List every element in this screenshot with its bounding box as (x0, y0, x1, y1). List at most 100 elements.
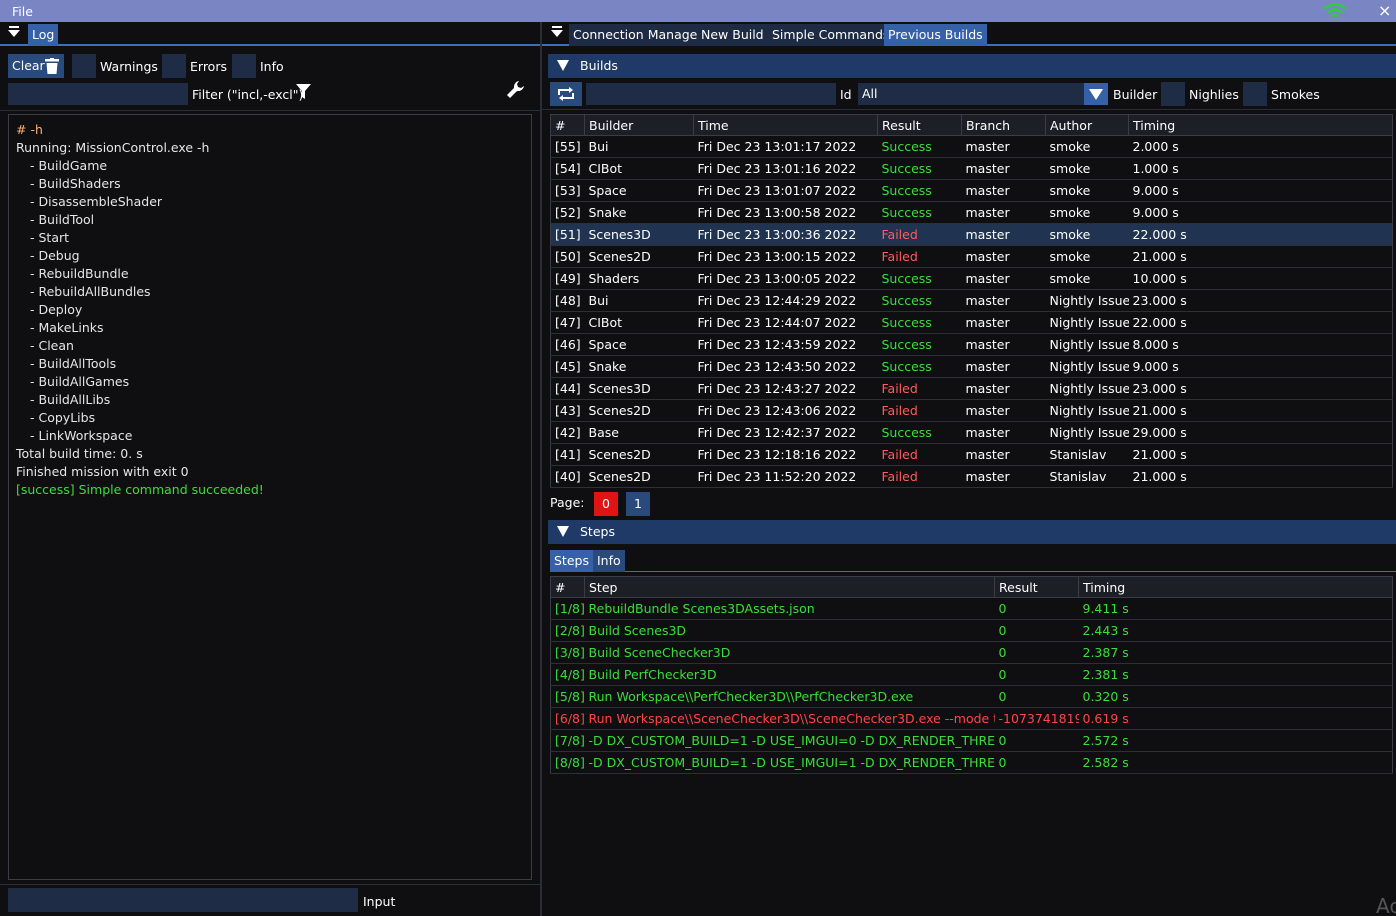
build-row[interactable]: [48] Bui Fri Dec 23 12:44:29 2022 Success ma… (550, 289, 1393, 312)
column-header[interactable]: Step (584, 576, 995, 598)
build-row[interactable]: [45] Snake Fri Dec 23 12:43:50 2022 Success… (550, 355, 1393, 378)
nightlies-checkbox[interactable] (1161, 82, 1185, 106)
step-row[interactable]: [3/8] Build SceneChecker3D 0 2.387 s (550, 641, 1393, 664)
step-id-cell: [4/8] (550, 663, 585, 686)
chevron-down-icon[interactable] (1084, 83, 1108, 105)
build-author-cell: smoke (1045, 201, 1129, 224)
build-result-cell: Success (877, 355, 962, 378)
column-header[interactable]: Author (1045, 114, 1129, 136)
build-time-cell: Fri Dec 23 13:00:05 2022 (693, 267, 878, 290)
build-timing-cell: 2.000 s (1128, 135, 1393, 158)
step-step-cell: -D DX_CUSTOM_BUILD=1 -D USE_IMGUI=0 -D D… (584, 729, 995, 752)
build-branch-cell: master (961, 399, 1046, 422)
window-menu-icon[interactable] (7, 26, 21, 40)
tab-steps[interactable]: Steps (550, 550, 593, 572)
log-line: - DisassembleShader (30, 194, 163, 209)
column-header[interactable]: Timing (1128, 114, 1393, 136)
tab-new-build[interactable]: New Build (697, 24, 768, 46)
build-author-cell: Nightly Issuer (1045, 289, 1129, 312)
column-header[interactable]: # (550, 114, 585, 136)
build-row[interactable]: [47] CIBot Fri Dec 23 12:44:07 2022 Success… (550, 311, 1393, 334)
warnings-checkbox[interactable] (72, 54, 96, 78)
id-select[interactable]: All (858, 83, 1108, 105)
column-header[interactable]: Timing (1078, 576, 1393, 598)
filter-label: Filter ("incl,-excl") (192, 87, 304, 102)
step-row[interactable]: [8/8] -D DX_CUSTOM_BUILD=1 -D USE_IMGUI=1… (550, 751, 1393, 774)
column-header[interactable]: Builder (584, 114, 694, 136)
build-row[interactable]: [44] Scenes3D Fri Dec 23 12:43:27 2022 Fail… (550, 377, 1393, 400)
step-row[interactable]: [6/8] Run Workspace\\SceneChecker3D\\Scen… (550, 707, 1393, 730)
page-button[interactable]: 1 (626, 492, 650, 516)
clear-label: Clear (12, 58, 45, 73)
log-line: - Debug (30, 248, 80, 263)
step-timing-cell: 2.582 s (1078, 751, 1393, 774)
column-header[interactable]: Result (877, 114, 962, 136)
log-output[interactable]: # -h Running: MissionControl.exe -h - Buil… (8, 114, 532, 880)
tab-log[interactable]: Log (28, 24, 59, 46)
command-input[interactable] (8, 888, 358, 912)
step-result-cell: 0 (994, 641, 1079, 664)
build-time-cell: Fri Dec 23 13:01:17 2022 (693, 135, 878, 158)
build-row[interactable]: [42] Base Fri Dec 23 12:42:37 2022 Success m… (550, 421, 1393, 444)
step-row[interactable]: [1/8] RebuildBundle Scenes3DAssets.json 0 9… (550, 597, 1393, 620)
watermark-text: Ac (1376, 894, 1396, 916)
build-id-cell: [41] (550, 443, 585, 466)
build-row[interactable]: [55] Bui Fri Dec 23 13:01:17 2022 Success ma… (550, 135, 1393, 158)
build-timing-cell: 8.000 s (1128, 333, 1393, 356)
smokes-checkbox[interactable] (1243, 82, 1267, 106)
filter-input[interactable] (8, 83, 188, 105)
column-header[interactable]: # (550, 576, 585, 598)
step-timing-cell: 2.381 s (1078, 663, 1393, 686)
menu-bar: File × (0, 0, 1396, 22)
column-header[interactable]: Branch (961, 114, 1046, 136)
id-label: Id (840, 87, 852, 102)
window-menu-icon[interactable] (550, 26, 564, 40)
step-row[interactable]: [5/8] Run Workspace\\PerfChecker3D\\PerfC… (550, 685, 1393, 708)
refresh-button[interactable] (550, 82, 582, 106)
wrench-icon[interactable] (506, 80, 526, 100)
build-row[interactable]: [41] Scenes2D Fri Dec 23 12:18:16 2022 Fail… (550, 443, 1393, 466)
step-row[interactable]: [4/8] Build PerfChecker3D 0 2.381 s (550, 663, 1393, 686)
builds-header[interactable]: Builds (548, 54, 1396, 78)
build-row[interactable]: [49] Shaders Fri Dec 23 13:00:05 2022 Succe… (550, 267, 1393, 290)
filter-icon[interactable] (296, 84, 311, 100)
tab-info[interactable]: Info (593, 550, 625, 572)
build-row[interactable]: [53] Space Fri Dec 23 13:01:07 2022 Success… (550, 179, 1393, 202)
close-icon[interactable]: × (1378, 1, 1391, 21)
log-line: Running: MissionControl.exe -h (16, 140, 210, 155)
build-row[interactable]: [52] Snake Fri Dec 23 13:00:58 2022 Success… (550, 201, 1393, 224)
build-id-cell: [55] (550, 135, 585, 158)
build-row[interactable]: [51] Scenes3D Fri Dec 23 13:00:36 2022 Fail… (550, 223, 1393, 246)
tab-previous-builds[interactable]: Previous Builds (884, 24, 987, 46)
build-row[interactable]: [43] Scenes2D Fri Dec 23 12:43:06 2022 Fail… (550, 399, 1393, 422)
column-header[interactable]: Result (994, 576, 1079, 598)
menu-file[interactable]: File (12, 4, 33, 19)
column-header[interactable]: Time (693, 114, 878, 136)
steps-header[interactable]: Steps (548, 520, 1396, 544)
build-id-cell: [42] (550, 421, 585, 444)
errors-checkbox[interactable] (162, 54, 186, 78)
builds-search-input[interactable] (586, 83, 836, 105)
build-row[interactable]: [40] Scenes2D Fri Dec 23 11:52:20 2022 Fail… (550, 465, 1393, 488)
step-step-cell: -D DX_CUSTOM_BUILD=1 -D USE_IMGUI=1 -D D… (584, 751, 995, 774)
build-author-cell: smoke (1045, 245, 1129, 268)
build-row[interactable]: [46] Space Fri Dec 23 12:43:59 2022 Success… (550, 333, 1393, 356)
build-row[interactable]: [54] CIBot Fri Dec 23 13:01:16 2022 Success… (550, 157, 1393, 180)
clear-button[interactable]: Clear (8, 54, 64, 78)
build-branch-cell: master (961, 223, 1046, 246)
step-result-cell: 0 (994, 685, 1079, 708)
build-timing-cell: 23.000 s (1128, 377, 1393, 400)
page-button[interactable]: 0 (594, 492, 618, 516)
tab-simple-commands[interactable]: Simple Commands (768, 24, 894, 46)
build-result-cell: Success (877, 157, 962, 180)
info-checkbox[interactable] (232, 54, 256, 78)
tab-connection-manager[interactable]: Connection Manager (569, 24, 707, 46)
step-result-cell: 0 (994, 663, 1079, 686)
build-id-cell: [54] (550, 157, 585, 180)
build-row[interactable]: [50] Scenes2D Fri Dec 23 13:00:15 2022 Fail… (550, 245, 1393, 268)
build-timing-cell: 22.000 s (1128, 311, 1393, 334)
step-row[interactable]: [7/8] -D DX_CUSTOM_BUILD=1 -D USE_IMGUI=0… (550, 729, 1393, 752)
refresh-icon (558, 87, 574, 101)
step-row[interactable]: [2/8] Build Scenes3D 0 2.443 s (550, 619, 1393, 642)
build-time-cell: Fri Dec 23 13:00:15 2022 (693, 245, 878, 268)
